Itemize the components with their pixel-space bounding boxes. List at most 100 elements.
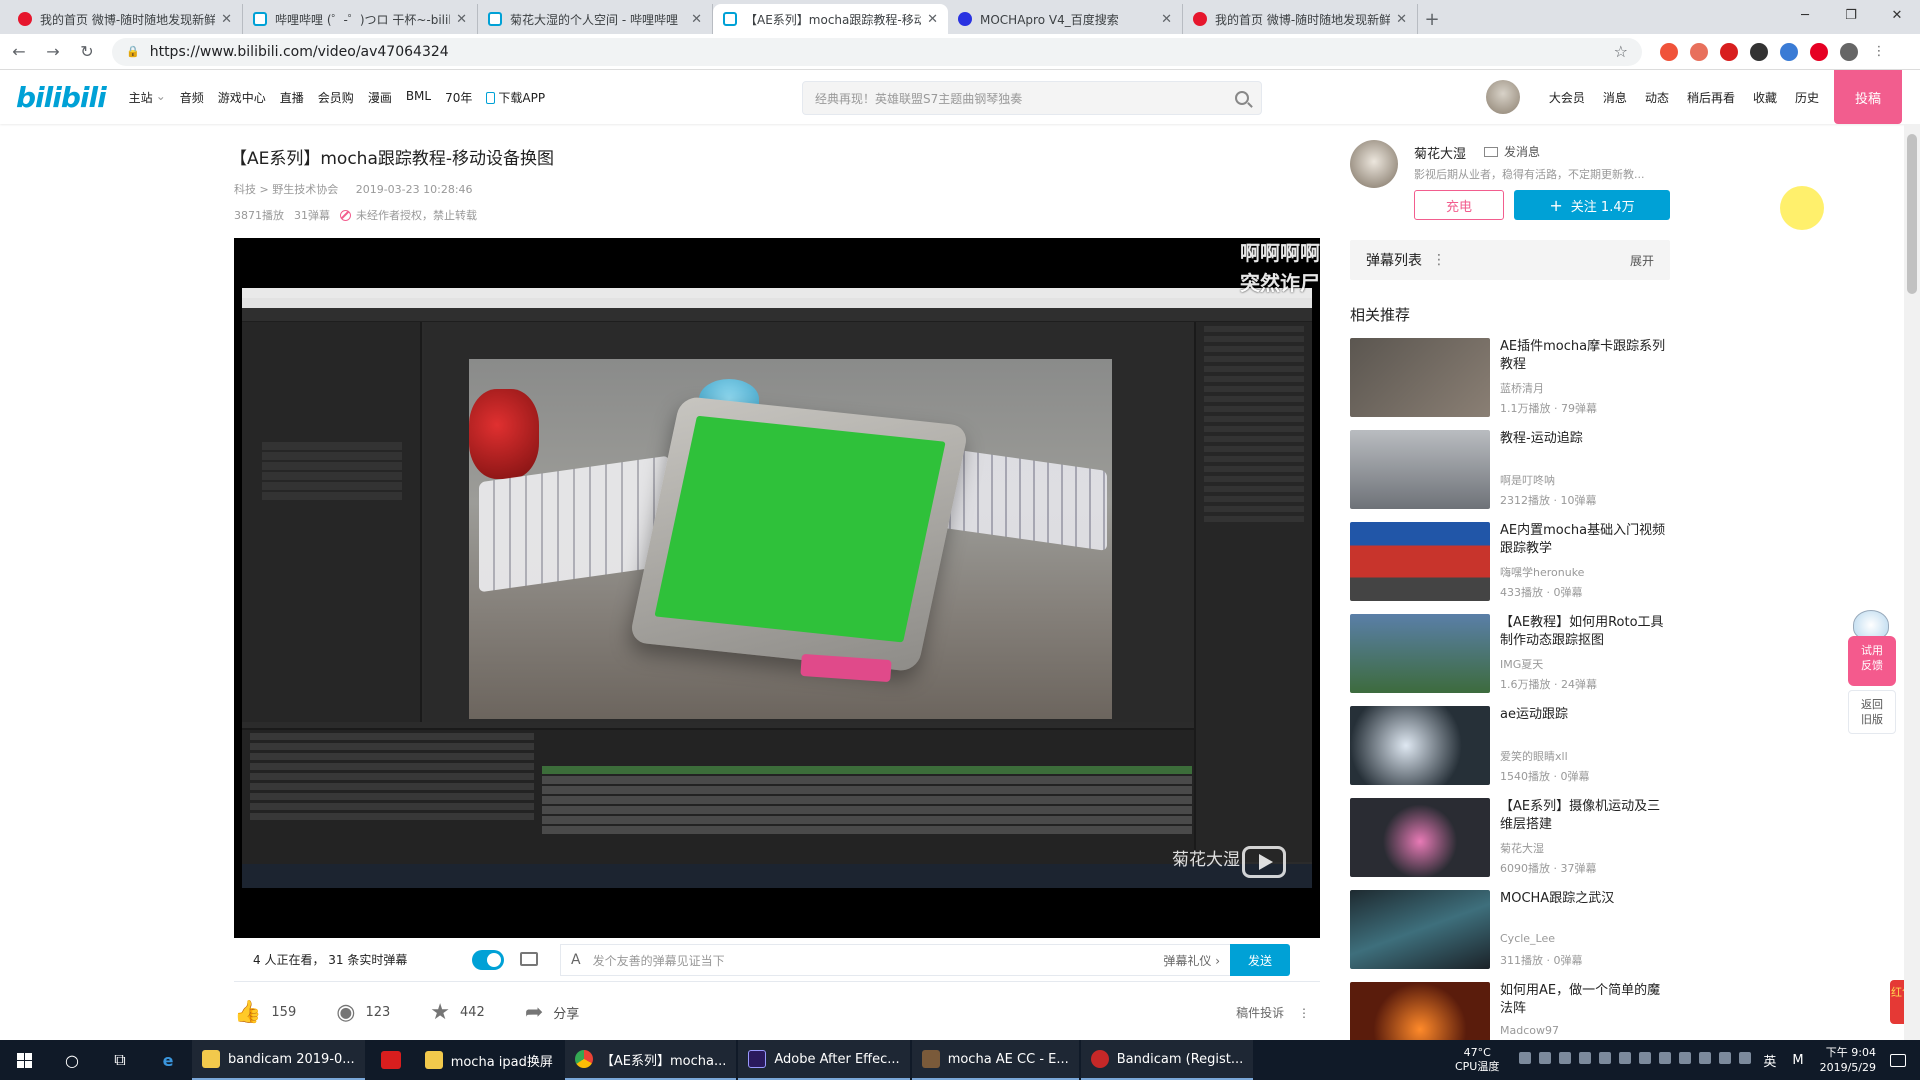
extension-icon[interactable] [1720,42,1738,61]
danmaku-settings-icon[interactable] [520,952,538,966]
font-style-icon[interactable]: A [571,952,581,968]
edge-icon[interactable]: e [144,1040,192,1080]
coin-button[interactable]: ◉ 123 [336,1000,390,1025]
close-icon[interactable]: ✕ [1161,12,1172,27]
taskbar-app[interactable]: Bandicam (Regist... [1080,1040,1254,1080]
extension-icon[interactable] [1750,42,1768,61]
minimize-icon[interactable]: ─ [1782,0,1828,30]
nav-item-main[interactable]: 主站 [129,89,153,106]
forward-icon[interactable]: → [38,37,68,67]
header-link-watch-later[interactable]: 稍后再看 [1687,89,1735,106]
expand-button[interactable]: 展开 [1630,252,1654,269]
video-thumbnail[interactable] [1350,890,1490,969]
scrollbar[interactable] [1904,124,1920,1040]
browser-tab[interactable]: 我的首页 微博-随时随地发现新鲜 ✕ [1183,4,1418,34]
like-button[interactable]: 👍 159 [234,1000,296,1025]
avatar[interactable] [1485,80,1520,114]
tray-icon[interactable] [1519,1052,1532,1064]
taskbar-app[interactable]: mocha ipad换屏 [415,1040,563,1080]
header-link-favorites[interactable]: 收藏 [1753,89,1777,106]
video-thumbnail[interactable] [1350,798,1490,877]
list-item[interactable]: ae运动跟踪 爱笑的眼睛xll 1540播放 · 0弹幕 [1350,706,1670,798]
header-link-history[interactable]: 历史 [1795,89,1819,106]
header-link-dynamics[interactable]: 动态 [1645,89,1669,106]
maximize-icon[interactable]: ❐ [1828,0,1874,30]
app-icon-red[interactable] [367,1040,415,1080]
close-icon[interactable]: ✕ [927,12,938,27]
input-method-indicator[interactable]: 英 [1763,1051,1776,1070]
browser-tab[interactable]: MOCHApro V4_百度搜索 ✕ [948,4,1183,34]
tray-icon[interactable] [1739,1052,1752,1064]
tray-icon[interactable] [1599,1052,1612,1064]
extension-icon[interactable] [1660,42,1678,61]
danmaku-etiquette-link[interactable]: 弹幕礼仪 › [1163,952,1220,969]
task-view-icon[interactable]: ⧉ [96,1040,144,1080]
tray-icon[interactable] [1699,1052,1712,1064]
browser-tab[interactable]: 我的首页 微博-随时随地发现新鲜 ✕ [8,4,243,34]
extension-icon[interactable] [1810,42,1828,61]
danmaku-toggle[interactable] [472,950,504,970]
list-item[interactable]: AE内置mocha基础入门视频跟踪教学 嗨嘿学heronuke 433播放 · 0弹… [1350,522,1670,614]
tray-icon[interactable] [1619,1052,1632,1064]
list-item[interactable]: 【AE教程】如何用Roto工具制作动态跟踪抠图 IMG夏天 1.6万播放 · 24弹… [1350,614,1670,706]
header-link-messages[interactable]: 消息 [1603,89,1627,106]
more-dots-icon[interactable]: ⋮ [1298,1006,1310,1020]
taskbar-app[interactable]: 【AE系列】mocha... [564,1040,737,1080]
bookmark-star-icon[interactable]: ☆ [1614,42,1628,61]
nav-item-audio[interactable]: 音频 [180,89,204,106]
list-item[interactable]: MOCHA跟踪之武汉 Cycle_Lee 311播放 · 0弹幕 [1350,890,1670,982]
uploader-name[interactable]: 菊花大湿 [1414,143,1466,162]
list-item[interactable]: AE插件mocha摩卡跟踪系列教程 蓝桥清月 1.1万播放 · 79弹幕 [1350,338,1670,430]
ime-mode-icon[interactable]: M [1792,1053,1803,1068]
nav-item-bml[interactable]: BML [406,89,431,106]
tray-icon[interactable] [1559,1052,1572,1064]
tray-icon[interactable] [1539,1052,1552,1064]
feedback-button[interactable]: 试用 反馈 [1848,636,1896,686]
list-item[interactable]: 【AE系列】摄像机运动及三维层搭建 菊花大湿 6090播放 · 37弹幕 [1350,798,1670,890]
uploader-avatar[interactable] [1350,140,1398,188]
video-thumbnail[interactable] [1350,614,1490,693]
notification-icon[interactable] [1890,1053,1906,1067]
nav-item-70[interactable]: 70年 [445,89,472,106]
tray-icon[interactable] [1659,1052,1672,1064]
back-to-old-button[interactable]: 返回 旧版 [1848,690,1896,734]
windows-start-icon[interactable] [0,1040,48,1080]
video-player[interactable]: 啊啊啊啊 突然诈尸 菊花大湿 [234,238,1320,938]
taskbar-app[interactable]: mocha AE CC - E... [911,1040,1079,1080]
upload-button[interactable]: 投稿 [1834,70,1902,124]
danmaku-list-panel[interactable]: 弹幕列表 ⋮ 展开 [1350,240,1670,280]
close-icon[interactable]: ✕ [1396,12,1407,27]
taskbar-app[interactable]: Adobe After Effec... [738,1040,910,1080]
report-link[interactable]: 稿件投诉 ⋮ [1236,1004,1310,1021]
nav-item-live[interactable]: 直播 [280,89,304,106]
nav-item-manga[interactable]: 漫画 [368,89,392,106]
browser-tab[interactable]: 哔哩哔哩 (゜-゜)つロ 干杯~-bilibili ✕ [243,4,478,34]
scroll-thumb[interactable] [1907,134,1917,294]
reload-icon[interactable]: ↻ [72,37,102,67]
clock[interactable]: 下午 9:04 2019/5/29 [1820,1045,1876,1075]
charge-button[interactable]: 充电 [1414,190,1504,220]
more-dots-icon[interactable]: ⋮ [1432,252,1446,268]
tray-icon[interactable] [1679,1052,1692,1064]
follow-button[interactable]: + 关注 1.4万 [1514,190,1670,220]
tray-icon[interactable] [1719,1052,1732,1064]
close-icon[interactable]: ✕ [691,12,702,27]
search-input[interactable]: 经典再现！英雄联盟S7主题曲钢琴独奏 [802,81,1262,115]
video-thumbnail[interactable] [1350,338,1490,417]
nav-item-mall[interactable]: 会员购 [318,89,354,106]
list-item[interactable]: 教程-运动追踪 啊是叮咚呐 2312播放 · 10弹幕 [1350,430,1670,522]
play-icon[interactable] [1242,846,1286,878]
danmaku-input[interactable]: A 发个友善的弹幕见证当下 弹幕礼仪 › [560,944,1230,976]
video-thumbnail[interactable] [1350,522,1490,601]
close-icon[interactable]: ✕ [221,12,232,27]
close-icon[interactable]: ✕ [456,12,467,27]
search-circle-icon[interactable]: ○ [48,1040,96,1080]
favorite-button[interactable]: ★ 442 [430,1000,485,1025]
url-field[interactable]: 🔒 https://www.bilibili.com/video/av47064… [112,37,1642,66]
browser-tab-active[interactable]: 【AE系列】mocha跟踪教程-移动 ✕ [713,4,948,34]
video-thumbnail[interactable] [1350,706,1490,785]
send-button[interactable]: 发送 [1230,944,1290,976]
profile-icon[interactable] [1840,42,1858,61]
back-icon[interactable]: ← [4,37,34,67]
nav-item-game[interactable]: 游戏中心 [218,89,266,106]
